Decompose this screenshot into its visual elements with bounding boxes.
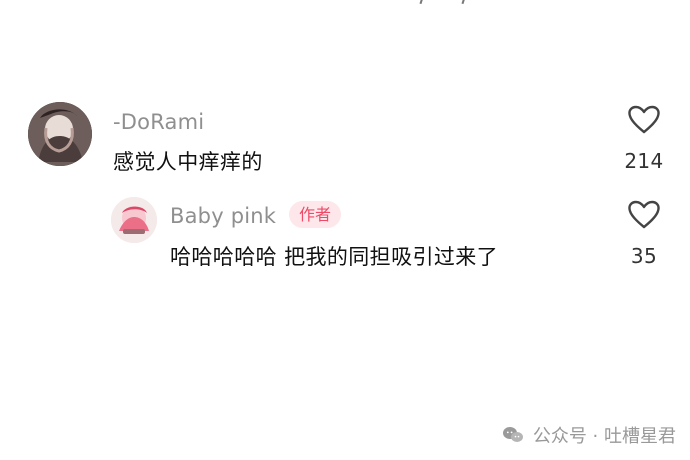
- comment-text: 感觉人中痒痒的: [113, 150, 263, 174]
- reply-username[interactable]: Baby pink: [170, 204, 276, 228]
- like-button-main-comment[interactable]: 214: [624, 105, 664, 173]
- comment-username[interactable]: -DoRami: [113, 110, 204, 134]
- heart-icon: [628, 200, 660, 229]
- like-button-reply[interactable]: 35: [624, 200, 664, 268]
- avatar-baby-pink: [111, 197, 157, 243]
- author-badge: 作者: [289, 201, 342, 228]
- wechat-icon: [502, 427, 523, 442]
- top-edge-fragment: [415, 0, 475, 5]
- heart-icon: [628, 105, 660, 134]
- reply-text: 哈哈哈哈哈 把我的同担吸引过来了: [170, 245, 499, 269]
- watermark-text: 公众号 · 吐槽星君: [532, 426, 676, 447]
- like-count: 214: [624, 149, 664, 173]
- watermark: 公众号 · 吐槽星君: [501, 422, 676, 448]
- avatar-dorami: [28, 102, 92, 166]
- like-count: 35: [630, 244, 658, 268]
